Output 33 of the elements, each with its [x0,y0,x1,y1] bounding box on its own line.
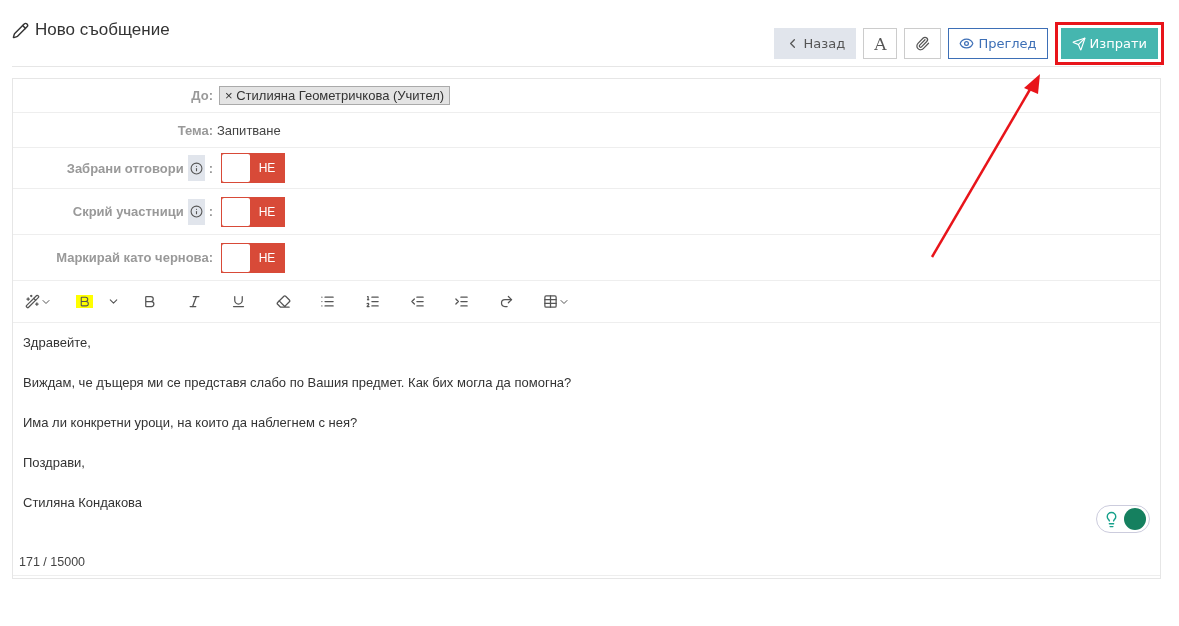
message-paragraph: Виждам, че дъщеря ми се представя слабо по Вашия предмет. Как бих могла да помогна? [23,374,573,392]
message-editor[interactable]: Здравейте, Виждам, че дъщеря ми се представя слабо по Вашия предмет. Как бих могла да помогна? Има ли конкретни уроци, на които да наблегнем с нея? Поздрави, Стиляна Кондакова [13,323,1160,545]
message-paragraph: Здравейте, [23,334,92,352]
font-button[interactable]: A [863,28,898,59]
toggle-switch[interactable]: НЕ [221,153,285,183]
colon: : [208,160,213,176]
toggle-label: Скрий участници [72,204,184,219]
edit-icon [12,21,29,39]
toggle-label: Маркирай като чернова: [56,250,213,265]
recipient-tag[interactable]: × Стилияна Геометричкова (Учител) [219,86,451,105]
field-label: Тема: [177,122,213,138]
magic-icon[interactable] [25,294,52,309]
field-label: До: [191,88,213,103]
paperclip-icon [915,36,931,51]
subject-value: Запитване [217,122,281,138]
toggle-switch[interactable]: НЕ [221,196,285,227]
info-icon[interactable] [187,198,205,225]
paper-plane-icon [1071,36,1086,51]
attach-button[interactable] [904,28,942,59]
colon: : [208,204,213,219]
toggle-switch[interactable]: НЕ [221,242,285,273]
toggle-label: Забрани отговори [66,160,184,176]
eye-icon [959,36,975,51]
info-icon[interactable] [187,155,205,181]
message-paragraph: Стиляна Кондакова [23,494,144,512]
character-counter: 171 / 15000 [13,545,1160,576]
back-button[interactable]: Назад [773,28,857,59]
preview-button[interactable]: Преглед [948,28,1048,59]
highlight-icon[interactable] [76,295,93,308]
message-paragraph: Поздрави, [23,454,86,472]
grammar-badge[interactable] [1096,505,1150,533]
page-title: Ново съобщение [12,20,170,40]
message-paragraph: Има ли конкретни уроци, на които да наблегнем с нея? [23,414,359,432]
